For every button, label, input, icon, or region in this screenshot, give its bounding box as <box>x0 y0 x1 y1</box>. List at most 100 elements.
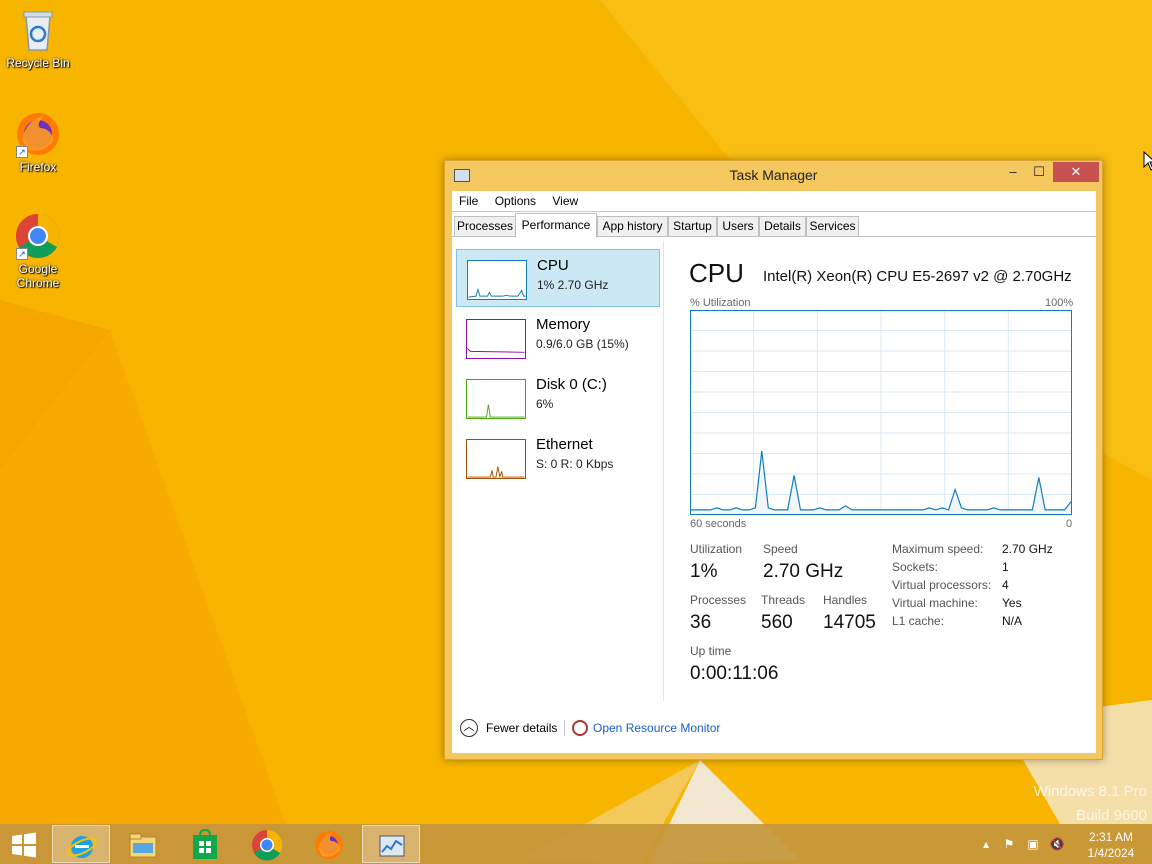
ethernet-thumbnail <box>466 439 526 479</box>
tab-startup[interactable]: Startup <box>668 216 717 237</box>
resource-detail: S: 0 R: 0 Kbps <box>536 457 614 471</box>
tab-users[interactable]: Users <box>717 216 759 237</box>
volume-muted-icon[interactable]: 🔇 <box>1049 836 1065 852</box>
network-icon[interactable]: ▣ <box>1025 836 1041 852</box>
detail-value: 1 <box>1002 560 1009 574</box>
detail-value: 2.70 GHz <box>1002 542 1053 556</box>
resource-detail: 0.9/6.0 GB (15%) <box>536 337 629 351</box>
resource-name: Disk 0 (C:) <box>536 376 607 393</box>
resource-heading: CPU <box>689 258 744 288</box>
footer-separator <box>564 720 565 736</box>
minimize-button[interactable]: – <box>1000 162 1026 182</box>
desktop-icon-chrome[interactable]: ↗ Google Chrome <box>0 212 76 290</box>
graph-x-label: 60 seconds <box>690 518 747 530</box>
mouse-cursor-icon <box>1143 151 1152 171</box>
windows-logo-icon <box>12 832 36 858</box>
graph-y-max: 100% <box>1045 297 1074 309</box>
memory-thumbnail <box>466 319 526 359</box>
detail-value: 4 <box>1002 578 1009 592</box>
taskbar: ▴ ⚑ ▣ 🔇 2:31 AM 1/4/2024 <box>0 824 1152 864</box>
task-manager-icon <box>379 835 405 857</box>
chrome-icon <box>252 829 283 861</box>
cpu-model: Intel(R) Xeon(R) CPU E5-2697 v2 @ 2.70GH… <box>763 268 1072 285</box>
shortcut-arrow-icon: ↗ <box>16 146 28 158</box>
title-bar[interactable]: Task Manager – ☐ ✕ <box>445 161 1102 189</box>
taskbar-file-explorer[interactable] <box>114 825 172 863</box>
maximize-button[interactable]: ☐ <box>1026 162 1052 182</box>
firefox-icon <box>315 831 343 859</box>
utilization-value: 1% <box>690 561 718 582</box>
recycle-bin-icon <box>14 6 62 54</box>
tab-app-history[interactable]: App history <box>597 216 668 237</box>
desktop-icon-label: Google Chrome <box>16 262 60 290</box>
pane-divider[interactable] <box>663 241 664 701</box>
close-button[interactable]: ✕ <box>1053 162 1099 182</box>
resource-item-cpu[interactable]: CPU 1% 2.70 GHz <box>456 249 660 307</box>
clock-date: 1/4/2024 <box>1087 846 1135 860</box>
firefox-icon: ↗ <box>14 110 62 158</box>
tab-processes[interactable]: Processes <box>454 216 516 237</box>
menu-options[interactable]: Options <box>488 191 542 211</box>
cpu-utilization-graph <box>690 310 1072 515</box>
handles-value: 14705 <box>823 612 876 633</box>
shortcut-arrow-icon: ↗ <box>16 248 28 260</box>
threads-label: Threads <box>761 593 806 607</box>
taskbar-store[interactable] <box>176 825 234 863</box>
detail-key: Maximum speed: <box>892 542 984 556</box>
chevron-up-icon[interactable]: ▴ <box>978 836 994 852</box>
menu-bar: File Options View <box>452 191 1096 211</box>
chevron-up-icon[interactable]: ︿ <box>460 719 478 737</box>
performance-panel: CPU 1% 2.70 GHz Memory 0.9/6.0 GB (15%) … <box>452 236 1096 753</box>
taskbar-chrome[interactable] <box>238 825 296 863</box>
task-manager-window[interactable]: Task Manager – ☐ ✕ File Options View Pro… <box>444 160 1103 760</box>
resource-detail: 1% 2.70 GHz <box>537 278 609 292</box>
desktop-icon-label: Recycle Bin <box>6 56 70 70</box>
clock-time: 2:31 AM <box>1088 830 1134 844</box>
tab-details[interactable]: Details <box>759 216 806 237</box>
action-center-flag-icon[interactable]: ⚑ <box>1001 836 1017 852</box>
resource-name: Memory <box>536 316 591 333</box>
graph-x-zero: 0 <box>1066 518 1073 530</box>
detail-key: L1 cache: <box>892 614 945 628</box>
cpu-thumbnail <box>467 260 527 300</box>
desktop-icon-recycle-bin[interactable]: Recycle Bin <box>0 6 76 70</box>
internet-explorer-icon <box>67 836 97 858</box>
resource-item-ethernet[interactable]: Ethernet S: 0 R: 0 Kbps <box>456 429 660 487</box>
tab-performance[interactable]: Performance <box>515 213 597 238</box>
taskbar-task-manager[interactable] <box>362 825 420 863</box>
resource-item-disk[interactable]: Disk 0 (C:) 6% <box>456 369 660 427</box>
processes-value: 36 <box>690 612 712 633</box>
graph-y-label: % Utilization <box>690 297 751 309</box>
handles-label: Handles <box>823 593 868 607</box>
resource-name: Ethernet <box>536 436 593 453</box>
chrome-icon: ↗ <box>14 212 62 260</box>
detail-key: Sockets: <box>892 560 939 574</box>
uptime-label: Up time <box>690 644 732 658</box>
detail-value: Yes <box>1002 596 1022 610</box>
watermark-edition: Windows 8.1 Pro <box>1033 783 1147 800</box>
clock[interactable]: 2:31 AM 1/4/2024 <box>1076 829 1146 861</box>
footer-bar: ︿ Fewer details Open Resource Monitor <box>452 715 1096 745</box>
menu-file[interactable]: File <box>452 191 484 211</box>
detail-value: N/A <box>1002 614 1023 628</box>
speed-value: 2.70 GHz <box>763 561 844 582</box>
taskbar-firefox[interactable] <box>300 825 358 863</box>
taskbar-internet-explorer[interactable] <box>52 825 110 863</box>
resource-name: CPU <box>537 257 569 274</box>
start-button[interactable] <box>0 825 58 863</box>
resource-monitor-icon[interactable] <box>572 720 588 736</box>
menu-view[interactable]: View <box>545 191 584 211</box>
speed-label: Speed <box>763 542 798 556</box>
desktop-icon-firefox[interactable]: ↗ Firefox <box>0 110 76 174</box>
store-icon <box>193 829 217 859</box>
file-explorer-icon <box>129 833 157 858</box>
resource-item-memory[interactable]: Memory 0.9/6.0 GB (15%) <box>456 309 660 367</box>
detail-key: Virtual machine: <box>892 596 978 610</box>
tab-strip: Processes Performance App history Startu… <box>452 212 1096 238</box>
uptime-value: 0:00:11:06 <box>690 663 779 684</box>
open-resource-monitor-link[interactable]: Open Resource Monitor <box>593 721 720 735</box>
windows-watermark: Windows 8.1 Pro Build 9600 <box>1034 780 1147 828</box>
tab-services[interactable]: Services <box>806 216 859 237</box>
disk-thumbnail <box>466 379 526 419</box>
fewer-details-button[interactable]: Fewer details <box>486 721 557 735</box>
